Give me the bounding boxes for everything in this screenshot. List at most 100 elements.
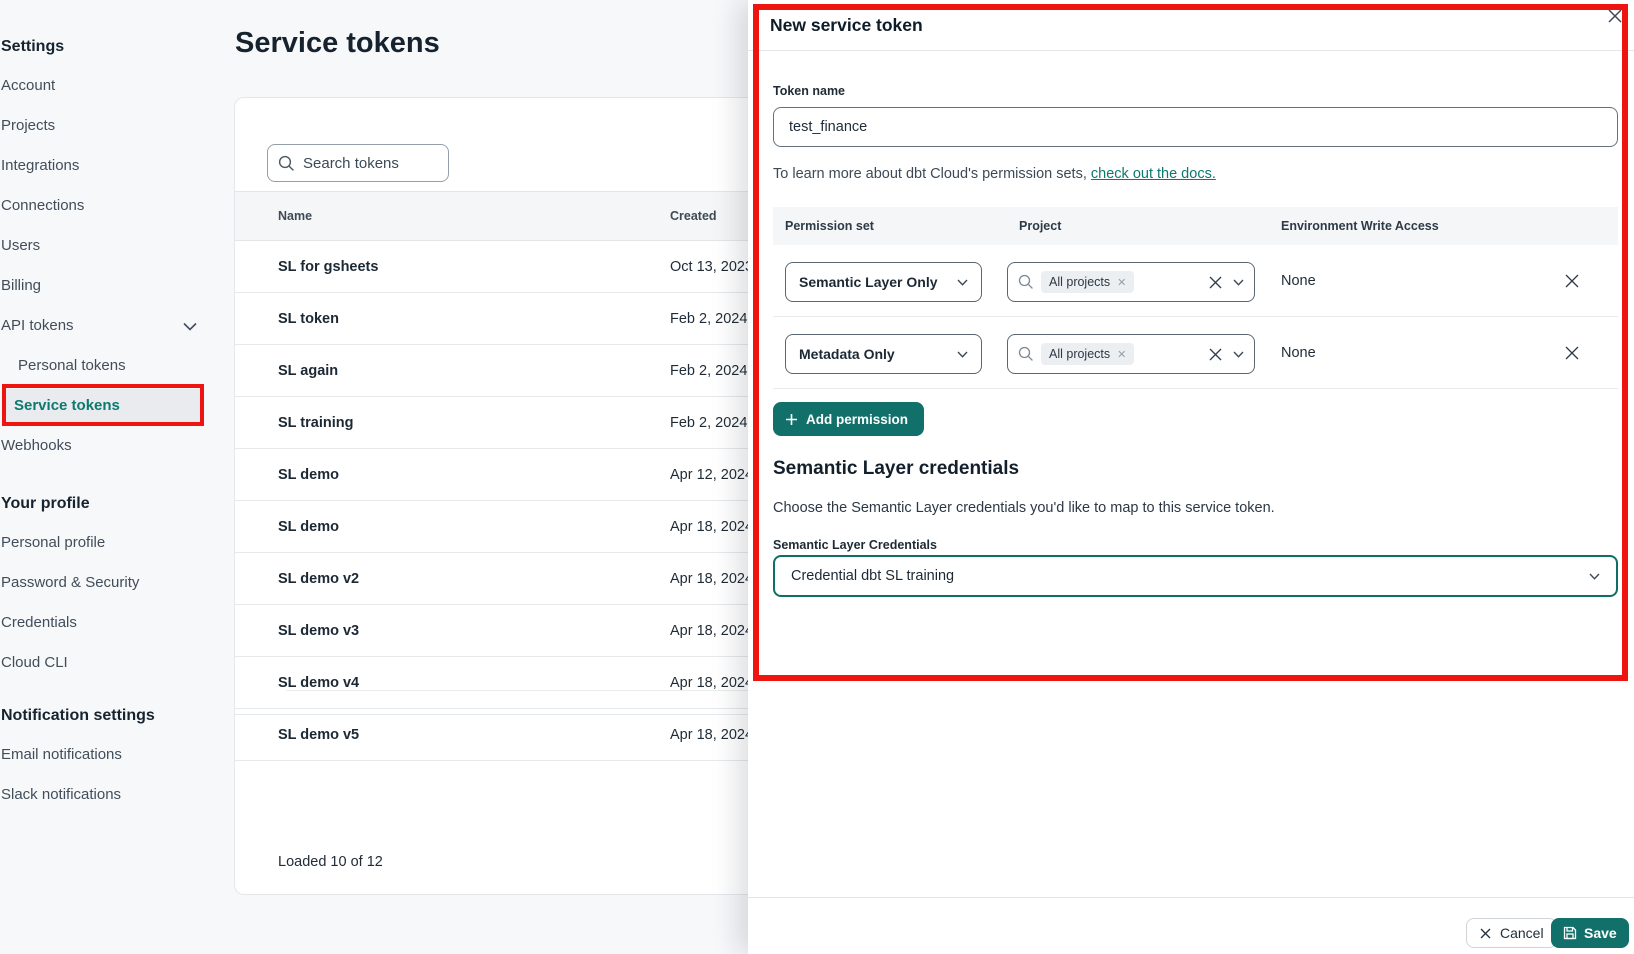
remove-permission-icon[interactable] bbox=[1563, 272, 1581, 290]
column-header-created: Created bbox=[670, 192, 717, 240]
token-name: SL demo v5 bbox=[278, 709, 359, 761]
project-chip[interactable]: All projects ✕ bbox=[1041, 343, 1134, 365]
token-name: SL for gsheets bbox=[278, 241, 378, 293]
loaded-count-text: Loaded 10 of 12 bbox=[278, 854, 383, 870]
add-permission-label: Add permission bbox=[806, 412, 908, 427]
token-created: Apr 18, 2024, bbox=[670, 501, 757, 553]
permission-set-value: Semantic Layer Only bbox=[799, 274, 938, 290]
token-name: SL demo bbox=[278, 501, 339, 553]
token-name-input[interactable] bbox=[773, 107, 1618, 147]
sidebar-item-projects[interactable]: Projects bbox=[1, 106, 205, 146]
sidebar-item-users[interactable]: Users bbox=[1, 226, 205, 266]
permission-set-value: Metadata Only bbox=[799, 346, 895, 362]
close-icon[interactable] bbox=[1605, 6, 1625, 26]
remove-permission-icon[interactable] bbox=[1563, 344, 1581, 362]
semantic-layer-credentials-label: Semantic Layer Credentials bbox=[773, 538, 937, 552]
search-input[interactable]: Search tokens bbox=[267, 144, 449, 182]
token-name: SL demo v2 bbox=[278, 553, 359, 605]
permission-row: Metadata Only All projects ✕ None bbox=[773, 317, 1618, 389]
token-created: Apr 18, 2024, bbox=[670, 709, 757, 761]
sidebar-header-notification-settings: Notification settings bbox=[1, 703, 215, 729]
search-icon bbox=[1018, 274, 1034, 290]
token-created: Oct 13, 2023, bbox=[670, 241, 757, 293]
sidebar-item-email-notifications[interactable]: Email notifications bbox=[1, 735, 205, 775]
sidebar-item-account[interactable]: Account bbox=[1, 66, 205, 106]
sidebar-item-cloud-cli[interactable]: Cloud CLI bbox=[1, 643, 205, 683]
drawer-title: New service token bbox=[770, 0, 923, 50]
sidebar-item-credentials[interactable]: Credentials bbox=[1, 603, 205, 643]
sidebar-header-settings: Settings bbox=[1, 34, 215, 60]
page-title: Service tokens bbox=[235, 27, 440, 60]
sidebar-item-slack-notifications[interactable]: Slack notifications bbox=[1, 775, 205, 815]
column-header-env-write-access: Environment Write Access bbox=[1281, 207, 1439, 245]
project-multiselect[interactable]: All projects ✕ bbox=[1007, 262, 1255, 302]
project-chip-label: All projects bbox=[1049, 347, 1110, 361]
permission-set-dropdown[interactable]: Metadata Only bbox=[785, 334, 982, 374]
column-header-permission-set: Permission set bbox=[785, 207, 874, 245]
save-label: Save bbox=[1584, 925, 1617, 941]
token-name: SL demo bbox=[278, 449, 339, 501]
token-created: Apr 18, 2024, bbox=[670, 553, 757, 605]
semantic-layer-credentials-description: Choose the Semantic Layer credentials yo… bbox=[773, 500, 1275, 516]
semantic-layer-credentials-select[interactable]: Credential dbt SL training bbox=[773, 555, 1618, 597]
plus-icon bbox=[785, 413, 798, 426]
docs-help-prefix: To learn more about dbt Cloud's permissi… bbox=[773, 166, 1091, 182]
search-placeholder: Search tokens bbox=[303, 155, 399, 172]
sidebar-item-billing[interactable]: Billing bbox=[1, 266, 205, 306]
env-write-access-value: None bbox=[1281, 317, 1316, 389]
sidebar-item-connections[interactable]: Connections bbox=[1, 186, 205, 226]
sidebar-item-api-tokens[interactable]: API tokens bbox=[1, 306, 205, 346]
project-chip-label: All projects bbox=[1049, 275, 1110, 289]
add-permission-button[interactable]: Add permission bbox=[773, 402, 924, 436]
api-tokens-label: API tokens bbox=[1, 306, 74, 346]
sidebar-item-webhooks[interactable]: Webhooks bbox=[1, 426, 205, 466]
permissions-table-header: Permission set Project Environment Write… bbox=[773, 207, 1618, 245]
chevron-down-icon bbox=[1589, 573, 1600, 580]
chip-remove-icon[interactable]: ✕ bbox=[1117, 276, 1126, 289]
token-created: Apr 18, 2024, bbox=[670, 657, 757, 709]
semantic-layer-credentials-value: Credential dbt SL training bbox=[791, 568, 954, 584]
docs-link[interactable]: check out the docs. bbox=[1091, 166, 1216, 182]
env-write-access-value: None bbox=[1281, 245, 1316, 317]
semantic-layer-credentials-heading: Semantic Layer credentials bbox=[773, 458, 1019, 480]
drawer-footer: Cancel Save bbox=[748, 897, 1634, 954]
chevron-down-icon bbox=[183, 322, 197, 331]
token-name: SL again bbox=[278, 345, 338, 397]
search-icon bbox=[278, 155, 295, 172]
drawer-header: New service token bbox=[748, 0, 1634, 51]
column-header-project: Project bbox=[1019, 207, 1061, 245]
sidebar-item-integrations[interactable]: Integrations bbox=[1, 146, 205, 186]
token-created: Apr 12, 2024, bbox=[670, 449, 757, 501]
chevron-down-icon[interactable] bbox=[1233, 351, 1244, 358]
token-name: SL demo v4 bbox=[278, 657, 359, 709]
save-icon bbox=[1563, 926, 1577, 940]
cancel-button[interactable]: Cancel bbox=[1466, 918, 1557, 948]
clear-selection-icon[interactable] bbox=[1208, 347, 1223, 362]
column-header-name: Name bbox=[278, 192, 312, 240]
sidebar-item-personal-profile[interactable]: Personal profile bbox=[1, 523, 205, 563]
token-name-label: Token name bbox=[773, 84, 845, 98]
permission-row: Semantic Layer Only All projects ✕ None bbox=[773, 245, 1618, 317]
project-multiselect[interactable]: All projects ✕ bbox=[1007, 334, 1255, 374]
chevron-down-icon[interactable] bbox=[1233, 279, 1244, 286]
search-icon bbox=[1018, 346, 1034, 362]
chevron-down-icon bbox=[957, 351, 968, 358]
permission-set-dropdown[interactable]: Semantic Layer Only bbox=[785, 262, 982, 302]
chip-remove-icon[interactable]: ✕ bbox=[1117, 348, 1126, 361]
cancel-label: Cancel bbox=[1500, 925, 1544, 941]
token-name: SL token bbox=[278, 293, 339, 345]
save-button[interactable]: Save bbox=[1551, 918, 1629, 948]
sidebar-header-your-profile: Your profile bbox=[1, 491, 215, 517]
sidebar-item-personal-tokens[interactable]: Personal tokens bbox=[1, 346, 205, 386]
new-service-token-drawer: New service token Token name To learn mo… bbox=[748, 0, 1634, 954]
settings-sidebar: Settings Account Projects Integrations C… bbox=[0, 0, 215, 954]
token-created: Apr 18, 2024, bbox=[670, 605, 757, 657]
project-chip[interactable]: All projects ✕ bbox=[1041, 271, 1134, 293]
chevron-down-icon bbox=[957, 279, 968, 286]
sidebar-item-password-security[interactable]: Password & Security bbox=[1, 563, 205, 603]
clear-selection-icon[interactable] bbox=[1208, 275, 1223, 290]
service-tokens-label: Service tokens bbox=[1, 397, 120, 414]
sidebar-item-service-tokens[interactable]: Service tokens bbox=[1, 386, 205, 426]
docs-help-text: To learn more about dbt Cloud's permissi… bbox=[773, 166, 1216, 182]
token-name: SL demo v3 bbox=[278, 605, 359, 657]
